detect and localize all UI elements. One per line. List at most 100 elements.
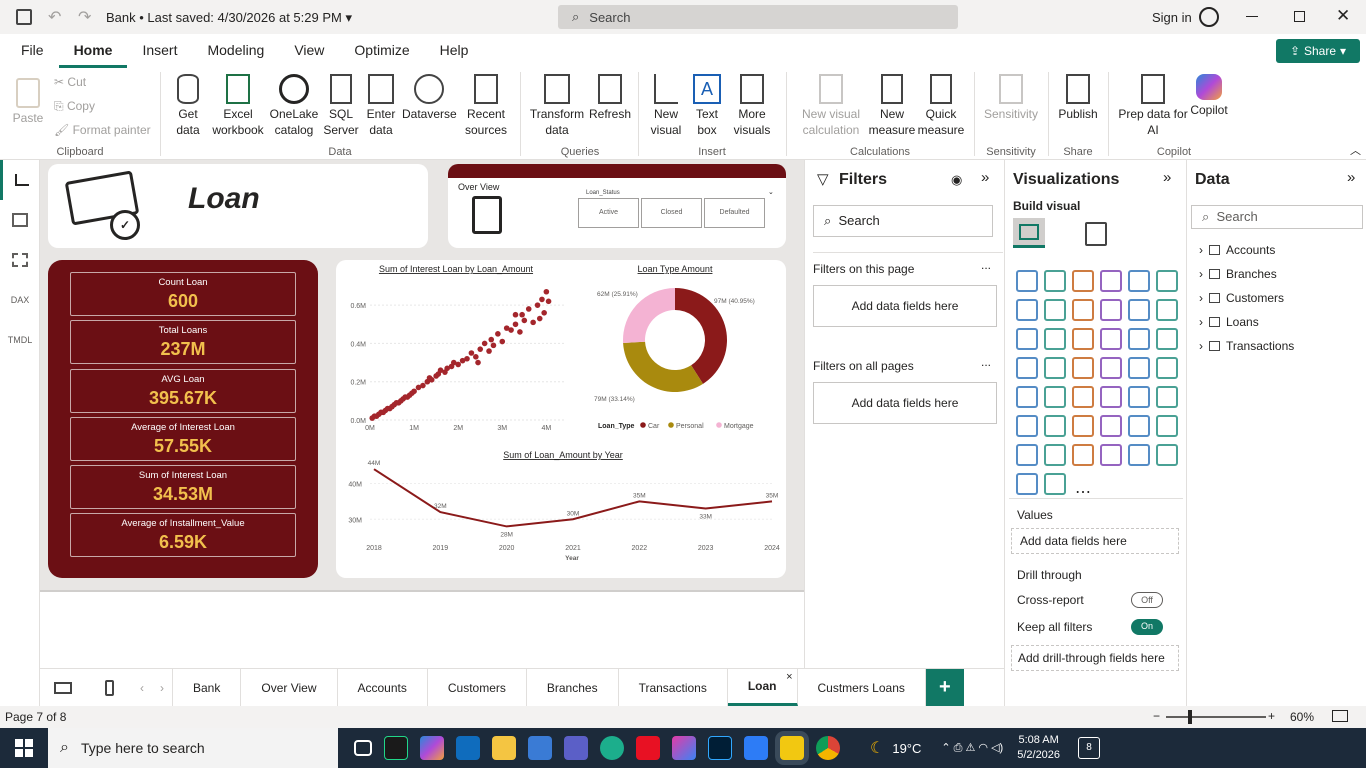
sensitivity-button[interactable]: Sensitivity xyxy=(980,74,1042,122)
visual-type-icon[interactable] xyxy=(1072,386,1094,408)
filters-search-input[interactable]: ⌕ Search xyxy=(813,205,993,237)
zoom-slider-thumb[interactable] xyxy=(1188,710,1192,724)
m365-icon[interactable] xyxy=(672,736,696,760)
onelake-button[interactable]: OneLake catalog xyxy=(268,74,320,138)
collapse-filters-icon[interactable]: » xyxy=(981,169,989,186)
close-icon[interactable]: ✕ xyxy=(1336,6,1350,26)
visual-type-icon[interactable] xyxy=(1156,444,1178,466)
visual-type-icon[interactable] xyxy=(1100,415,1122,437)
data-search-input[interactable]: ⌕ Search xyxy=(1191,205,1363,229)
visual-type-icon[interactable] xyxy=(1016,415,1038,437)
redo-icon[interactable]: ↷ xyxy=(78,7,91,27)
keep-filters-toggle[interactable]: On xyxy=(1131,619,1163,635)
loan-status-slicer[interactable]: Loan_Status ⌄ Active Closed Defaulted xyxy=(578,188,776,236)
prep-data-for-ai-button[interactable]: Prep data for AI xyxy=(1114,74,1192,138)
powerbi-icon[interactable] xyxy=(780,736,804,760)
table-customers[interactable]: › Customers xyxy=(1199,291,1284,305)
zoom-in-icon[interactable]: + xyxy=(1268,709,1275,723)
visual-type-icon[interactable] xyxy=(1072,299,1094,321)
table-transactions[interactable]: › Transactions xyxy=(1199,339,1294,353)
cut-button[interactable]: ✂ Cut xyxy=(54,74,86,90)
page-tab-loan[interactable]: Loan × xyxy=(727,669,798,706)
visual-type-icon[interactable] xyxy=(1044,270,1066,292)
close-tab-icon[interactable]: × xyxy=(786,671,792,683)
kpi-card-avg-interest[interactable]: Average of Interest Loan 57.55K xyxy=(70,417,296,461)
add-filter-page-well[interactable]: Add data fields here xyxy=(813,285,997,327)
save-icon[interactable] xyxy=(16,9,32,25)
visual-type-icon[interactable] xyxy=(1044,357,1066,379)
page-tab-custmers-loans[interactable]: Custmers Loans xyxy=(798,669,926,706)
visual-type-icon[interactable] xyxy=(1016,357,1038,379)
photoshop-icon[interactable] xyxy=(708,736,732,760)
visual-type-icon[interactable] xyxy=(1072,357,1094,379)
sign-in-link[interactable]: Sign in xyxy=(1152,10,1192,25)
visual-type-icon[interactable] xyxy=(1072,328,1094,350)
table-loans[interactable]: › Loans xyxy=(1199,315,1259,329)
fit-to-page-icon[interactable] xyxy=(1332,710,1348,722)
visual-type-icon[interactable] xyxy=(1128,386,1150,408)
table-accounts[interactable]: › Accounts xyxy=(1199,243,1275,257)
tab-insert[interactable]: Insert xyxy=(127,34,192,68)
visual-type-icon[interactable] xyxy=(1016,444,1038,466)
page-tab-transactions[interactable]: Transactions xyxy=(619,669,728,706)
tab-help[interactable]: Help xyxy=(425,34,484,68)
dax-query-view-icon[interactable]: DAX xyxy=(0,280,40,320)
doc-title[interactable]: Bank • Last saved: 4/30/2026 at 5:29 PM … xyxy=(106,10,352,26)
slicer-option-active[interactable]: Active xyxy=(578,198,639,228)
paste-button[interactable]: Paste xyxy=(10,78,46,126)
more-visuals-button[interactable]: More visuals xyxy=(728,74,776,138)
visual-type-icon[interactable] xyxy=(1016,270,1038,292)
page-tab-overview[interactable]: Over View xyxy=(241,669,338,706)
desktop-layout-icon[interactable] xyxy=(40,669,86,706)
publish-button[interactable]: Publish xyxy=(1054,74,1102,122)
charts-svg[interactable]: Sum of Interest Loan by Loan_Amount0.0M0… xyxy=(336,260,786,578)
more-options-icon[interactable]: ... xyxy=(981,355,991,369)
eye-icon[interactable]: ◉ xyxy=(951,172,962,188)
notification-badge[interactable]: 8 xyxy=(1078,737,1101,759)
visual-type-icon[interactable] xyxy=(1044,386,1066,408)
get-data-button[interactable]: Get data xyxy=(168,74,208,138)
values-well[interactable]: Add data fields here xyxy=(1011,528,1179,554)
text-box-button[interactable]: A Text box xyxy=(688,74,726,138)
windows-start-icon[interactable] xyxy=(0,739,48,757)
taskbar-search[interactable]: ⌕ Type here to search xyxy=(48,728,338,768)
slicer-dropdown-icon[interactable]: ⌄ xyxy=(768,188,774,196)
excel-workbook-button[interactable]: Excel workbook xyxy=(210,74,266,138)
cross-report-toggle[interactable]: Off xyxy=(1131,592,1163,608)
tab-file[interactable]: File xyxy=(6,34,59,68)
undo-icon[interactable]: ↶ xyxy=(48,7,61,27)
visual-type-icon[interactable] xyxy=(1100,357,1122,379)
visual-type-icon[interactable] xyxy=(1128,270,1150,292)
share-button[interactable]: ⇪ Share ▾ xyxy=(1276,39,1360,63)
new-visual-button[interactable]: New visual xyxy=(646,74,686,138)
visual-type-icon[interactable] xyxy=(1156,415,1178,437)
page-tab-branches[interactable]: Branches xyxy=(527,669,619,706)
visual-type-icon[interactable] xyxy=(1128,415,1150,437)
tab-optimize[interactable]: Optimize xyxy=(339,34,424,68)
outlook-icon[interactable] xyxy=(456,736,480,760)
tab-modeling[interactable]: Modeling xyxy=(192,34,279,68)
collapse-ribbon-icon[interactable]: ︿ xyxy=(1350,142,1361,158)
quick-measure-button[interactable]: Quick measure xyxy=(916,74,966,138)
visual-type-icon[interactable] xyxy=(1100,299,1122,321)
add-page-button[interactable]: + xyxy=(925,669,964,706)
visual-type-icon[interactable] xyxy=(1156,299,1178,321)
search-box[interactable]: ⌕ Search xyxy=(558,5,958,29)
visual-type-icon[interactable] xyxy=(1044,328,1066,350)
model-view-icon[interactable] xyxy=(0,240,40,280)
copy-button[interactable]: ⎘ Copy xyxy=(54,98,95,114)
visual-type-icon[interactable] xyxy=(1072,415,1094,437)
build-visual-tab-icon[interactable] xyxy=(1013,218,1045,248)
pycharm-icon[interactable] xyxy=(384,736,408,760)
report-view-icon[interactable] xyxy=(0,160,40,200)
visual-type-icon[interactable] xyxy=(1156,386,1178,408)
visual-type-icon[interactable] xyxy=(1128,444,1150,466)
tab-scroll-arrows[interactable]: ‹ › xyxy=(132,669,172,706)
more-visuals-icon[interactable]: ⋯ xyxy=(1072,482,1094,504)
visual-type-icon[interactable] xyxy=(1156,328,1178,350)
weather-temp[interactable]: 19°C xyxy=(892,741,921,756)
visual-type-icon[interactable] xyxy=(1100,386,1122,408)
system-tray-icons[interactable]: ⌃ ⎙ ⚠ ◠ ◁) xyxy=(941,741,1003,755)
kpi-card-avg-installment[interactable]: Average of Installment_Value 6.59K xyxy=(70,513,296,557)
kpi-card-sum-interest[interactable]: Sum of Interest Loan 34.53M xyxy=(70,465,296,509)
